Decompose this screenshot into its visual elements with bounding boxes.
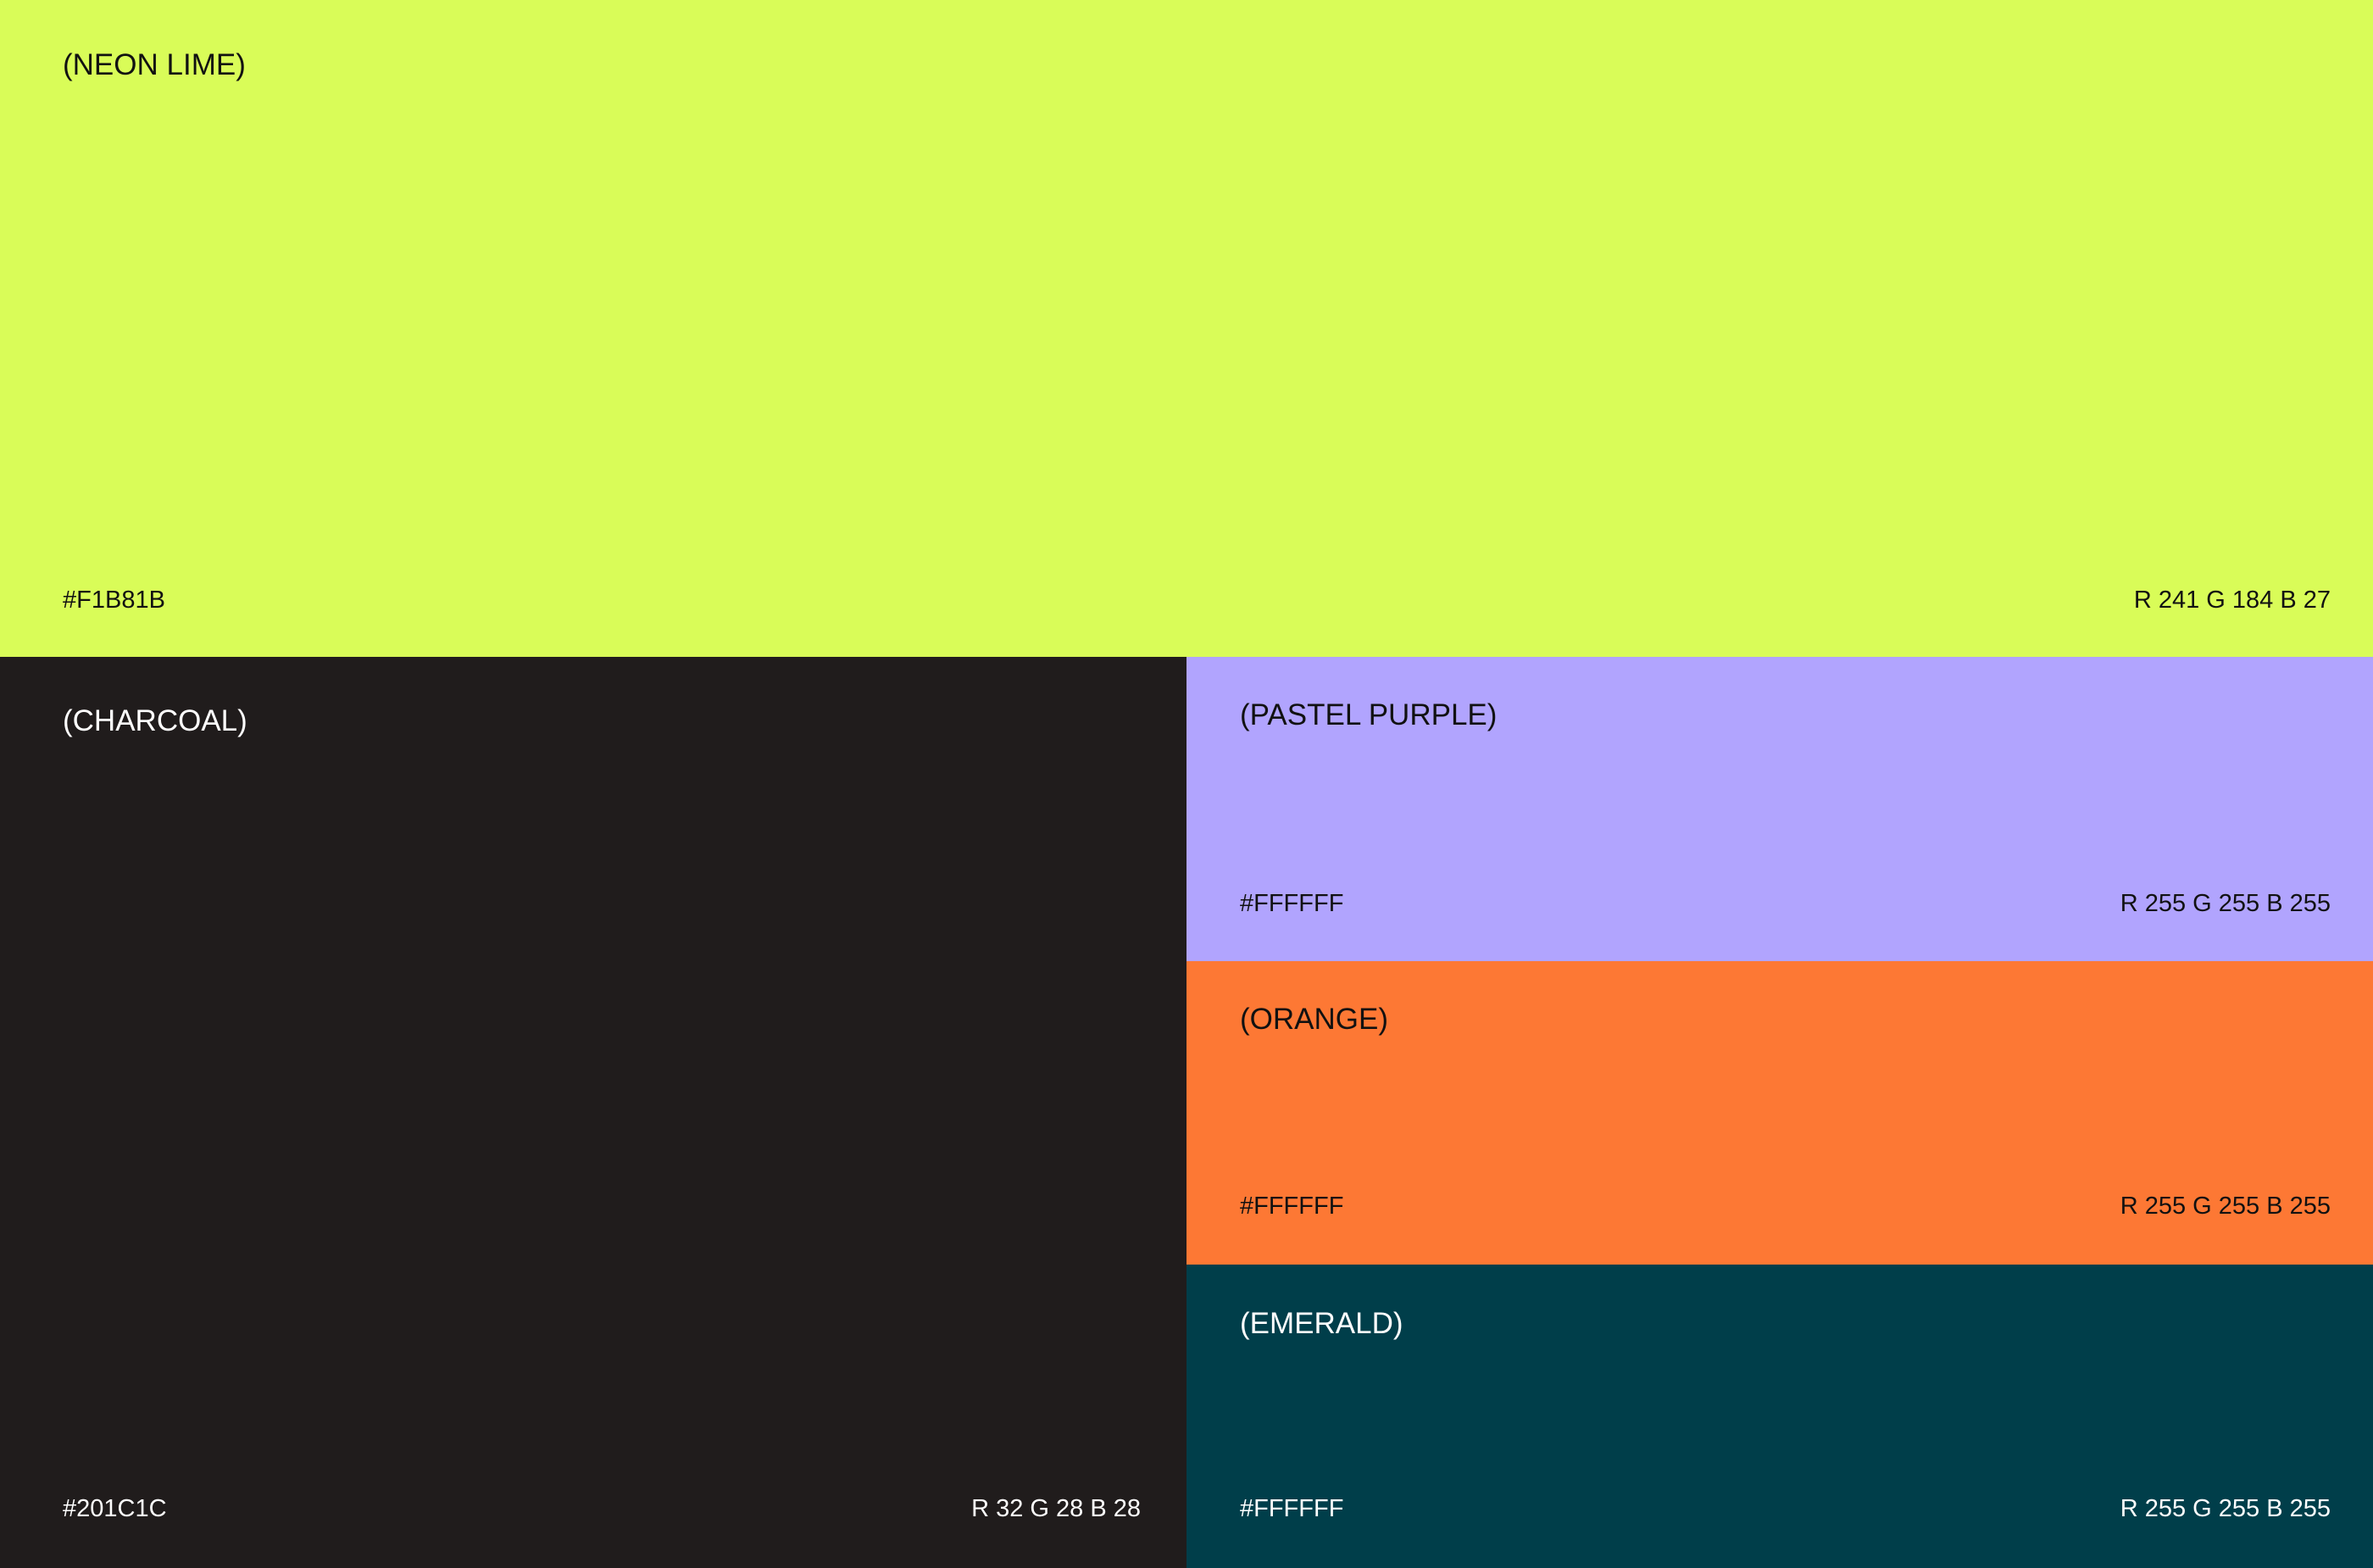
swatch-name: (CHARCOAL) xyxy=(63,704,247,737)
swatch-name: (PASTEL PURPLE) xyxy=(1240,698,1498,731)
color-palette: (NEON LIME) #F1B81B R 241 G 184 B 27 (CH… xyxy=(0,0,2373,1568)
swatch-hex-code: #FFFFFF xyxy=(1240,1193,1344,1220)
swatch-rgb-values: R 32 G 28 B 28 xyxy=(971,1495,1141,1522)
swatch-rgb-values: R 255 G 255 B 255 xyxy=(2120,1193,2331,1220)
swatch-rgb-values: R 255 G 255 B 255 xyxy=(2120,890,2331,917)
swatch-name: (ORANGE) xyxy=(1240,1003,1388,1036)
swatch-name: (NEON LIME) xyxy=(63,48,246,81)
swatch-name: (EMERALD) xyxy=(1240,1307,1403,1340)
swatch-rgb-values: R 255 G 255 B 255 xyxy=(2120,1495,2331,1522)
swatch-hex-code: #FFFFFF xyxy=(1240,1495,1344,1522)
swatch-neon-lime: (NEON LIME) #F1B81B R 241 G 184 B 27 xyxy=(0,0,2373,657)
swatch-rgb-values: R 241 G 184 B 27 xyxy=(2133,587,2331,614)
swatch-hex-code: #F1B81B xyxy=(63,587,165,614)
swatch-orange: (ORANGE) #FFFFFF R 255 G 255 B 255 xyxy=(1186,961,2373,1265)
swatch-hex-code: #201C1C xyxy=(63,1495,167,1522)
swatch-emerald: (EMERALD) #FFFFFF R 255 G 255 B 255 xyxy=(1186,1265,2373,1568)
swatch-hex-code: #FFFFFF xyxy=(1240,890,1344,917)
swatch-pastel-purple: (PASTEL PURPLE) #FFFFFF R 255 G 255 B 25… xyxy=(1186,657,2373,961)
swatch-charcoal: (CHARCOAL) #201C1C R 32 G 28 B 28 xyxy=(0,657,1186,1568)
